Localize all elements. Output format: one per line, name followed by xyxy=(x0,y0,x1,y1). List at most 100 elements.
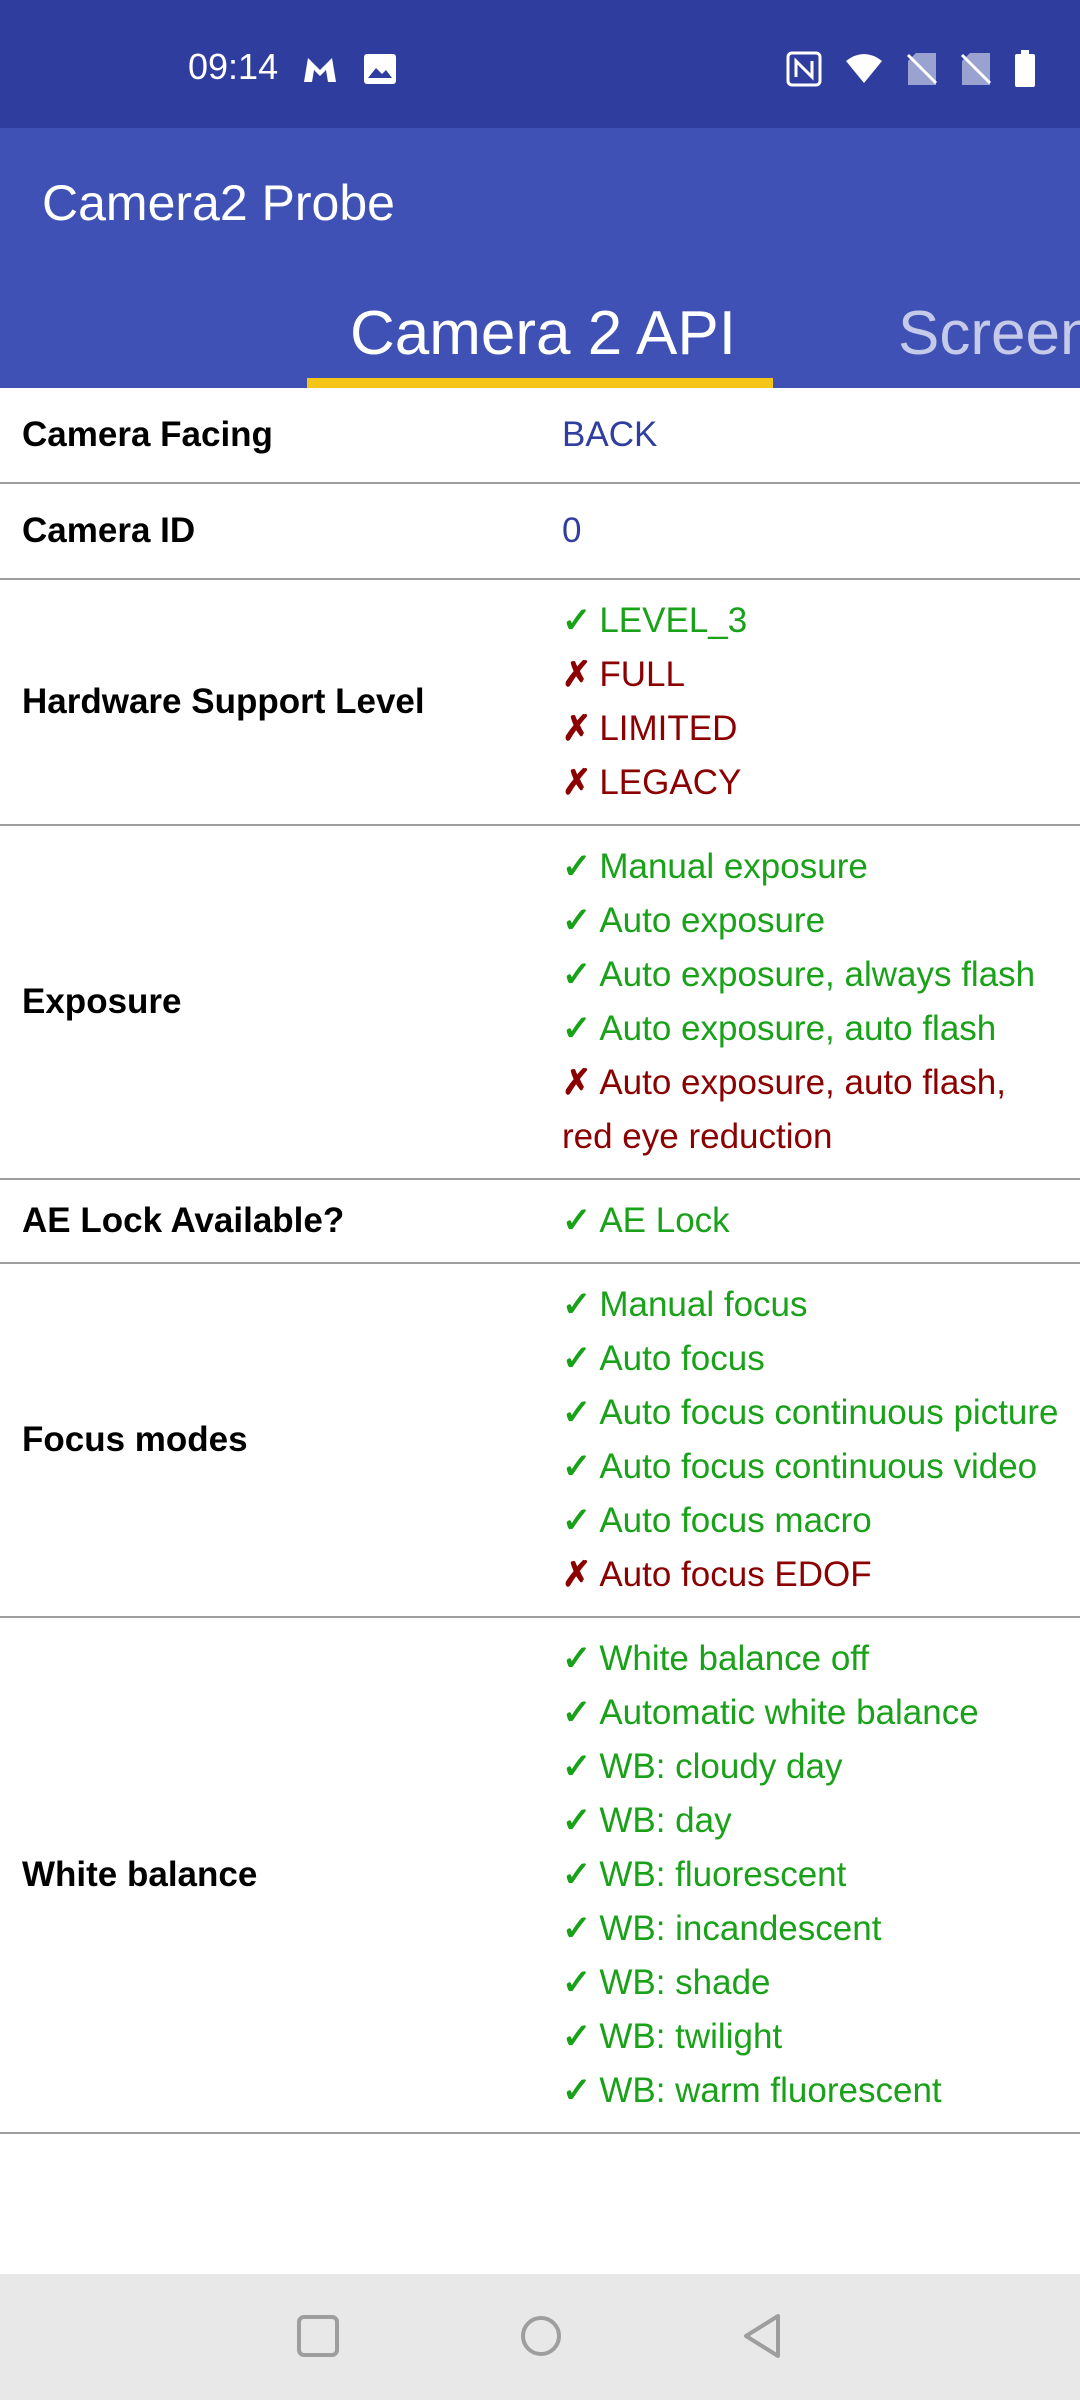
nfc-icon xyxy=(786,51,822,92)
tab-bar: Camera 2 API Screen xyxy=(0,274,1080,388)
row-value: BACK xyxy=(562,415,658,454)
image-icon xyxy=(362,52,398,93)
table-row: White balance ✓ White balance off ✓ Automati… xyxy=(0,1618,1080,2134)
row-values: BACK xyxy=(540,388,1080,482)
row-label: Hardware Support Level xyxy=(22,682,425,721)
no-sim-icon xyxy=(960,51,992,92)
item-text: WB: day xyxy=(599,1801,732,1840)
supported-item: ✓ Auto focus continuous video xyxy=(562,1440,1060,1494)
supported-item: ✓ WB: warm fluorescent xyxy=(562,2064,1060,2118)
item-text: Auto focus macro xyxy=(599,1501,872,1540)
malwarebytes-icon xyxy=(300,52,340,93)
status-bar: 09:14 xyxy=(0,0,1080,128)
table-row: Camera Facing BACK xyxy=(0,388,1080,484)
item-text: Manual exposure xyxy=(599,847,868,886)
item-text: Auto focus continuous picture xyxy=(599,1393,1059,1432)
status-right-icons xyxy=(786,50,1036,93)
supported-item: ✓ LEVEL_3 xyxy=(562,594,1060,648)
check-icon: ✓ xyxy=(562,901,592,940)
check-icon: ✓ xyxy=(562,601,592,640)
row-label: Focus modes xyxy=(22,1420,248,1459)
row-values: ✓ White balance off ✓ Automatic white balan… xyxy=(540,1618,1080,2132)
supported-item: ✓ Auto exposure, auto flash xyxy=(562,1002,1060,1056)
recents-button[interactable] xyxy=(296,2312,340,2365)
item-text: Manual focus xyxy=(599,1285,808,1324)
check-icon: ✓ xyxy=(562,1285,592,1324)
back-button[interactable] xyxy=(740,2312,784,2365)
row-values: ✓ Manual focus ✓ Auto focus ✓ Auto focus cont… xyxy=(540,1264,1080,1616)
supported-item: ✓ Auto focus macro xyxy=(562,1494,1060,1548)
check-icon: ✓ xyxy=(562,1963,592,2002)
check-icon: ✓ xyxy=(562,1801,592,1840)
table-row: Focus modes ✓ Manual focus ✓ Auto focus ✓ Auto… xyxy=(0,1264,1080,1618)
supported-item: ✓ WB: incandescent xyxy=(562,1902,1060,1956)
table-row: AE Lock Available? ✓ AE Lock xyxy=(0,1180,1080,1264)
unsupported-item: ✗ FULL xyxy=(562,648,1060,702)
item-text: White balance off xyxy=(599,1639,870,1678)
supported-item: ✓ WB: day xyxy=(562,1794,1060,1848)
app-title: Camera2 Probe xyxy=(42,175,395,231)
table-row: Hardware Support Level ✓ LEVEL_3 ✗ FULL ✗ LIMI… xyxy=(0,580,1080,826)
item-text: Auto exposure xyxy=(599,901,826,940)
item-text: WB: warm fluorescent xyxy=(599,2071,942,2110)
row-label: Camera Facing xyxy=(22,415,273,454)
check-icon: ✓ xyxy=(562,2017,592,2056)
check-icon: ✓ xyxy=(562,1447,592,1486)
unsupported-item: ✗ LEGACY xyxy=(562,756,1060,810)
status-left-icons xyxy=(300,52,398,93)
tab-camera-2-api[interactable]: Camera 2 API xyxy=(350,298,736,369)
no-sim-icon xyxy=(906,51,938,92)
item-text: Auto focus xyxy=(599,1339,765,1378)
home-button[interactable] xyxy=(518,2312,564,2365)
supported-item: ✓ Auto exposure, always flash xyxy=(562,948,1060,1002)
unsupported-item: ✗ Auto focus EDOF xyxy=(562,1548,1060,1602)
check-icon: ✓ xyxy=(562,1201,592,1240)
wifi-icon xyxy=(844,53,884,90)
check-icon: ✓ xyxy=(562,1339,592,1378)
item-text: WB: cloudy day xyxy=(599,1747,843,1786)
status-time: 09:14 xyxy=(188,46,279,87)
supported-item: ✓ Automatic white balance xyxy=(562,1686,1060,1740)
supported-item: ✓ Manual exposure xyxy=(562,840,1060,894)
check-icon: ✓ xyxy=(562,955,592,994)
battery-icon xyxy=(1014,50,1036,93)
item-text: FULL xyxy=(599,655,685,694)
unsupported-item: ✗ Auto exposure, auto flash, red eye redu… xyxy=(562,1056,1060,1164)
tab-screen[interactable]: Screen xyxy=(898,298,1080,369)
item-text: LIMITED xyxy=(599,709,738,748)
check-icon: ✓ xyxy=(562,1501,592,1540)
item-text: Auto exposure, auto flash xyxy=(599,1009,997,1048)
supported-item: ✓ AE Lock xyxy=(562,1194,1060,1248)
check-icon: ✓ xyxy=(562,1009,592,1048)
item-text: Auto focus EDOF xyxy=(599,1555,872,1594)
cross-icon: ✗ xyxy=(562,709,592,748)
item-text: LEVEL_3 xyxy=(599,601,748,640)
cross-icon: ✗ xyxy=(562,1063,592,1102)
supported-item: ✓ WB: twilight xyxy=(562,2010,1060,2064)
cross-icon: ✗ xyxy=(562,1555,592,1594)
navigation-bar xyxy=(0,2274,1080,2400)
item-text: WB: fluorescent xyxy=(599,1855,847,1894)
item-text: Auto exposure, auto flash, red eye reduc… xyxy=(562,1063,1006,1156)
check-icon: ✓ xyxy=(562,1693,592,1732)
supported-item: ✓ White balance off xyxy=(562,1632,1060,1686)
supported-item: ✓ WB: shade xyxy=(562,1956,1060,2010)
check-icon: ✓ xyxy=(562,1393,592,1432)
row-values: 0 xyxy=(540,484,1080,578)
supported-item: ✓ Manual focus xyxy=(562,1278,1060,1332)
table-row: Camera ID 0 xyxy=(0,484,1080,580)
supported-item: ✓ Auto exposure xyxy=(562,894,1060,948)
camera-info-table[interactable]: Camera Facing BACK Camera ID 0 Hardware Supp… xyxy=(0,388,1080,2134)
supported-item: ✓ Auto focus continuous picture xyxy=(562,1386,1060,1440)
supported-item: ✓ WB: fluorescent xyxy=(562,1848,1060,1902)
check-icon: ✓ xyxy=(562,2071,592,2110)
row-label: Camera ID xyxy=(22,511,196,550)
check-icon: ✓ xyxy=(562,1747,592,1786)
item-text: LEGACY xyxy=(599,763,742,802)
check-icon: ✓ xyxy=(562,1855,592,1894)
cross-icon: ✗ xyxy=(562,655,592,694)
item-text: WB: twilight xyxy=(599,2017,783,2056)
item-text: AE Lock xyxy=(599,1201,730,1240)
item-text: Automatic white balance xyxy=(599,1693,979,1732)
check-icon: ✓ xyxy=(562,1909,592,1948)
